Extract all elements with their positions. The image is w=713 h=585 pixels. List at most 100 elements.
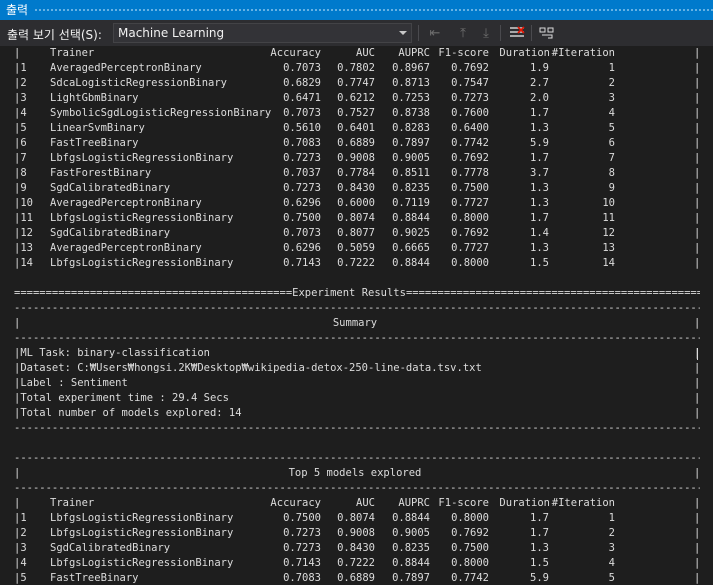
column-header: F1-score [438,47,489,59]
trainer-name: LbfgsLogisticRegressionBinary [50,212,234,224]
metric-value: 0.6296 [283,197,321,209]
metric-value: 0.8283 [392,122,430,134]
section-rule: ========================================… [14,287,700,299]
trainer-name: FastForestBinary [50,167,152,179]
metric-value: 0.7273 [283,542,321,554]
section-rule: ----------------------------------------… [14,482,700,494]
metric-value: 2 [608,77,615,89]
row-index: |13 [14,242,33,254]
metric-value: 8 [608,167,615,179]
metric-value: 0.7897 [392,137,430,149]
row-index: |3 [14,542,27,554]
trainer-name: FastTreeBinary [50,137,139,149]
row-index: |4 [14,557,27,569]
summary-line: |Label : Sentiment | [0,376,713,391]
row-border: | [694,92,701,104]
row-border: | [694,257,701,269]
output-window-title: 출력 [0,0,713,20]
row-border: | [694,62,701,74]
metric-value: 0.5059 [337,242,375,254]
vertical-scrollbar[interactable] [701,46,713,585]
output-source-select[interactable]: Machine Learning [113,23,412,43]
metric-value: 0.8235 [392,542,430,554]
row-border: | [694,527,701,539]
table-row: |13 | AveragedPerceptronBinary 0.6296 0.5059… [0,241,713,256]
metric-value: 0.7778 [451,167,489,179]
title-grip[interactable] [34,8,713,12]
summary-line: |Total experiment time : 29.4 Secs | [0,391,713,406]
column-header: #Iteration [551,497,615,509]
column-header: Trainer [50,47,95,59]
row-border: | [694,467,701,479]
metric-value: 1.7 [530,527,549,539]
metric-value: 1.7 [530,107,549,119]
top-models-title: Top 5 models explored [288,467,422,479]
metric-value: 0.6400 [451,122,489,134]
output-console[interactable]: | | Trainer Accuracy AUC AUPRC F1-score Duratio… [0,46,713,585]
prev-message-icon[interactable]: ⤒ [453,23,473,43]
toolbar-separator [500,25,501,41]
metric-value: 1.3 [530,122,549,134]
row-border: | [694,137,701,149]
metric-value: 0.7500 [283,212,321,224]
trainer-name: AveragedPerceptronBinary [50,197,202,209]
row-index: |6 [14,137,27,149]
metric-value: 0.7527 [337,107,375,119]
row-border: | [694,497,701,509]
summary-line: |ML Task: binary-classification| [0,346,713,361]
metric-value: 0.6401 [337,122,375,134]
metric-value: 1.7 [530,152,549,164]
metric-value: 0.8713 [392,77,430,89]
chevron-down-icon [399,31,407,35]
metric-value: 0.8074 [337,212,375,224]
metric-value: 5 [608,122,615,134]
metric-value: 0.8235 [392,182,430,194]
column-header: AUC [356,497,375,509]
row-border: | [694,197,701,209]
row-border: | [694,317,701,329]
metric-value: 1 [608,512,615,524]
metric-value: 0.7692 [451,527,489,539]
table-row: |7 | LbfgsLogisticRegressionBinary 0.7273 0.… [0,151,713,166]
metric-value: 0.8844 [392,512,430,524]
metric-value: 0.7273 [283,527,321,539]
summary-line: |Total number of models explored: 14 | [0,406,713,421]
output-source-value: Machine Learning [118,26,225,40]
experiment-results-banner: Experiment Results [292,287,406,299]
metric-value: 1.7 [530,512,549,524]
column-header: Trainer [50,497,95,509]
metric-value: 0.8967 [392,62,430,74]
row-border: | [694,557,701,569]
row-index: |9 [14,182,27,194]
word-wrap-icon[interactable] [537,23,557,43]
row-border: | [694,392,701,404]
table-row: |9 | SgdCalibratedBinary 0.7273 0.8430 0.8235… [0,181,713,196]
output-toolbar: 출력 보기 선택(S): Machine Learning ⇤ ⤒ ⤓ [0,20,713,46]
metric-value: 4 [608,557,615,569]
row-border: | [694,227,701,239]
column-header: AUC [356,47,375,59]
top-models-title-row: | | Top 5 models explored [0,466,713,481]
metric-value: 7 [608,152,615,164]
metric-value: 1.3 [530,197,549,209]
metric-value: 0.6471 [283,92,321,104]
metric-value: 0.8844 [392,557,430,569]
clear-all-icon[interactable] [507,23,527,43]
column-header: F1-score [438,497,489,509]
row-index: |5 [14,572,27,584]
metric-value: 0.7222 [337,257,375,269]
metric-value: 0.6665 [392,242,430,254]
find-message-icon[interactable]: ⇤ [425,23,445,43]
metric-value: 1.3 [530,542,549,554]
metric-value: 0.8077 [337,227,375,239]
metric-value: 11 [602,212,615,224]
metric-value: 0.7747 [337,77,375,89]
metric-value: 0.8000 [451,257,489,269]
row-border: | [694,107,701,119]
next-message-icon[interactable]: ⤓ [476,23,496,43]
section-rule: ----------------------------------------… [14,422,700,434]
table-header-row: | | Trainer Accuracy AUC AUPRC F1-score Duratio… [0,496,713,511]
row-index: |1 [14,512,27,524]
summary-text: |Label : Sentiment [14,377,128,389]
summary-text: |Dataset: C:₩Users₩hongsi.2K₩Desktop₩wik… [14,362,482,374]
